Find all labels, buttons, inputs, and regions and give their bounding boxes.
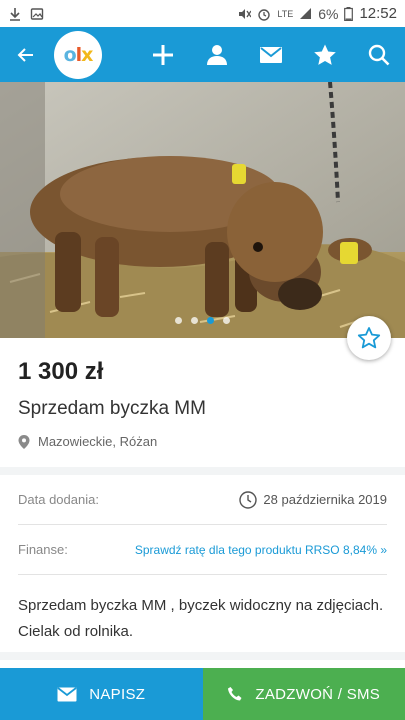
section-divider xyxy=(0,467,405,475)
add-listing-button[interactable] xyxy=(147,39,179,71)
clock: 12:52 xyxy=(359,5,397,22)
battery-percent: 6% xyxy=(318,5,339,22)
bottom-action-bar: NAPISZ ZADZWOŃ / SMS xyxy=(0,668,405,720)
location-text: Mazowieckie, Różan xyxy=(38,434,158,449)
observed-button[interactable] xyxy=(309,39,341,71)
messages-button[interactable] xyxy=(255,39,287,71)
search-icon xyxy=(368,44,390,65)
olx-logo[interactable]: olx xyxy=(54,30,102,79)
clock-icon xyxy=(239,490,258,509)
message-button-label: NAPISZ xyxy=(89,685,146,703)
section-divider xyxy=(0,652,405,660)
finance-link[interactable]: Sprawdź ratę dla tego produktu RRSO 8,84… xyxy=(135,543,387,557)
date-added-row: Data dodania: 28 października 2019 xyxy=(18,475,387,525)
listing-info: 1 300 zł Sprzedam byczka MM Mazowieckie,… xyxy=(0,338,405,449)
download-icon xyxy=(10,7,20,21)
star-outline-icon xyxy=(357,327,381,349)
listing-description: Sprzedam byczka MM , byczek widoczny na … xyxy=(18,597,384,640)
location-pin-icon xyxy=(18,434,30,449)
back-button[interactable] xyxy=(12,41,40,69)
app-bar: olx xyxy=(0,27,405,82)
listing-title: Sprzedam byczka MM xyxy=(18,398,206,419)
gallery-dot-active[interactable] xyxy=(207,317,214,324)
user-icon xyxy=(207,44,227,65)
alarm-icon xyxy=(258,8,271,21)
listing-price: 1 300 zł xyxy=(18,358,104,385)
network-type: LTE xyxy=(277,8,294,19)
finance-label: Finanse: xyxy=(18,542,68,557)
star-icon xyxy=(314,44,336,65)
logo-letter-x: x xyxy=(81,43,93,66)
mute-icon xyxy=(239,8,252,19)
search-button[interactable] xyxy=(363,39,395,71)
call-button[interactable]: ZADZWOŃ / SMS xyxy=(202,668,405,720)
gallery-dot[interactable] xyxy=(223,317,230,324)
message-button[interactable]: NAPISZ xyxy=(0,668,203,720)
plus-icon xyxy=(153,44,173,65)
gallery-icon xyxy=(30,7,44,20)
signal-icon xyxy=(300,8,312,19)
date-added-label: Data dodania: xyxy=(18,492,99,507)
calf-photo-image xyxy=(0,82,405,338)
battery-icon xyxy=(344,6,354,21)
listing-location[interactable]: Mazowieckie, Różan xyxy=(18,434,387,449)
phone-icon xyxy=(228,687,242,701)
mail-icon xyxy=(260,46,282,63)
gallery-pagination xyxy=(0,317,405,324)
mail-icon xyxy=(57,686,77,701)
date-added-value: 28 października 2019 xyxy=(263,492,387,507)
gallery-dot[interactable] xyxy=(191,317,198,324)
logo-letter-o: o xyxy=(63,43,77,66)
back-arrow-icon xyxy=(17,47,33,62)
account-button[interactable] xyxy=(201,39,233,71)
listing-photo[interactable] xyxy=(0,82,405,338)
gallery-dot[interactable] xyxy=(175,317,182,324)
call-button-label: ZADZWOŃ / SMS xyxy=(255,685,381,703)
finance-row: Finanse: Sprawdź ratę dla tego produktu … xyxy=(18,525,387,575)
status-bar: LTE 6% 12:52 xyxy=(0,0,405,27)
favorite-button[interactable] xyxy=(347,316,391,360)
